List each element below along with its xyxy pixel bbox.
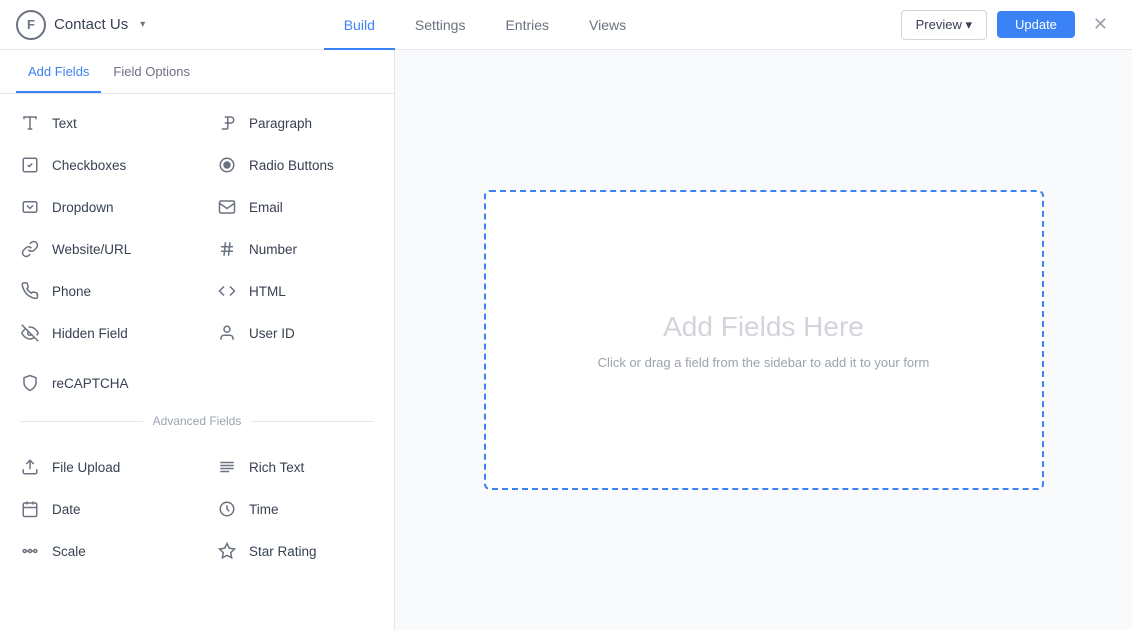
field-recaptcha[interactable]: reCAPTCHA — [0, 362, 197, 404]
preview-button[interactable]: Preview ▾ — [901, 10, 987, 40]
nav-build[interactable]: Build — [324, 0, 395, 50]
shield-icon — [20, 373, 40, 393]
field-phone[interactable]: Phone — [0, 270, 197, 312]
update-button[interactable]: Update — [997, 11, 1075, 38]
nav-entries[interactable]: Entries — [485, 0, 569, 50]
field-file-upload[interactable]: File Upload — [0, 446, 197, 488]
paragraph-icon — [217, 113, 237, 133]
field-user-id[interactable]: User ID — [197, 312, 394, 354]
field-scale[interactable]: Scale — [0, 530, 197, 572]
field-time[interactable]: Time — [197, 488, 394, 530]
field-paragraph-label: Paragraph — [249, 116, 312, 131]
header: F Contact Us ▾ Build Settings Entries Vi… — [0, 0, 1132, 50]
field-checkboxes[interactable]: Checkboxes — [0, 144, 197, 186]
main-nav: Build Settings Entries Views — [69, 0, 900, 50]
app-logo: F — [16, 10, 46, 40]
field-star-rating[interactable]: Star Rating — [197, 530, 394, 572]
user-icon — [217, 323, 237, 343]
advanced-fields-divider: Advanced Fields — [0, 404, 394, 438]
rich-text-icon — [217, 457, 237, 477]
upload-icon — [20, 457, 40, 477]
field-recaptcha-label: reCAPTCHA — [52, 376, 129, 391]
field-time-label: Time — [249, 502, 279, 517]
link-icon — [20, 239, 40, 259]
calendar-icon — [20, 499, 40, 519]
hash-icon — [217, 239, 237, 259]
header-actions: Preview ▾ Update ✕ — [901, 10, 1116, 40]
tab-field-options[interactable]: Field Options — [101, 50, 202, 93]
field-number[interactable]: Number — [197, 228, 394, 270]
advanced-fields-grid: File Upload Rich Text Date — [0, 438, 394, 580]
tab-add-fields[interactable]: Add Fields — [16, 50, 101, 93]
star-icon — [217, 541, 237, 561]
field-email[interactable]: Email — [197, 186, 394, 228]
field-radio-label: Radio Buttons — [249, 158, 334, 173]
advanced-fields-label: Advanced Fields — [153, 414, 242, 428]
close-button[interactable]: ✕ — [1085, 14, 1116, 35]
field-email-label: Email — [249, 200, 283, 215]
text-icon — [20, 113, 40, 133]
field-phone-label: Phone — [52, 284, 91, 299]
form-canvas: Add Fields Here Click or drag a field fr… — [395, 50, 1132, 630]
field-website-url[interactable]: Website/URL — [0, 228, 197, 270]
field-dropdown[interactable]: Dropdown — [0, 186, 197, 228]
field-website-url-label: Website/URL — [52, 242, 131, 257]
field-scale-label: Scale — [52, 544, 86, 559]
fields-grid: Text Paragraph Checkboxes — [0, 94, 394, 362]
drop-zone[interactable]: Add Fields Here Click or drag a field fr… — [484, 190, 1044, 490]
eye-off-icon — [20, 323, 40, 343]
field-date-label: Date — [52, 502, 81, 517]
sidebar: Add Fields Field Options Text Paragraph — [0, 50, 395, 630]
dropdown-icon — [20, 197, 40, 217]
sidebar-tabs: Add Fields Field Options — [0, 50, 394, 94]
scale-icon — [20, 541, 40, 561]
field-user-id-label: User ID — [249, 326, 295, 341]
field-html[interactable]: HTML — [197, 270, 394, 312]
email-icon — [217, 197, 237, 217]
field-star-rating-label: Star Rating — [249, 544, 317, 559]
checkboxes-icon — [20, 155, 40, 175]
field-dropdown-label: Dropdown — [52, 200, 114, 215]
field-date[interactable]: Date — [0, 488, 197, 530]
field-text-label: Text — [52, 116, 77, 131]
drop-zone-title: Add Fields Here — [663, 311, 864, 343]
field-paragraph[interactable]: Paragraph — [197, 102, 394, 144]
field-text[interactable]: Text — [0, 102, 197, 144]
clock-icon — [217, 499, 237, 519]
field-rich-text[interactable]: Rich Text — [197, 446, 394, 488]
nav-views[interactable]: Views — [569, 0, 646, 50]
radio-icon — [217, 155, 237, 175]
field-radio-buttons[interactable]: Radio Buttons — [197, 144, 394, 186]
main-content: Add Fields Field Options Text Paragraph — [0, 50, 1132, 630]
field-checkboxes-label: Checkboxes — [52, 158, 126, 173]
field-number-label: Number — [249, 242, 297, 257]
nav-settings[interactable]: Settings — [395, 0, 486, 50]
phone-icon — [20, 281, 40, 301]
field-hidden[interactable]: Hidden Field — [0, 312, 197, 354]
field-html-label: HTML — [249, 284, 286, 299]
field-file-upload-label: File Upload — [52, 460, 120, 475]
drop-zone-subtitle: Click or drag a field from the sidebar t… — [598, 355, 930, 370]
field-hidden-label: Hidden Field — [52, 326, 128, 341]
field-rich-text-label: Rich Text — [249, 460, 304, 475]
code-icon — [217, 281, 237, 301]
